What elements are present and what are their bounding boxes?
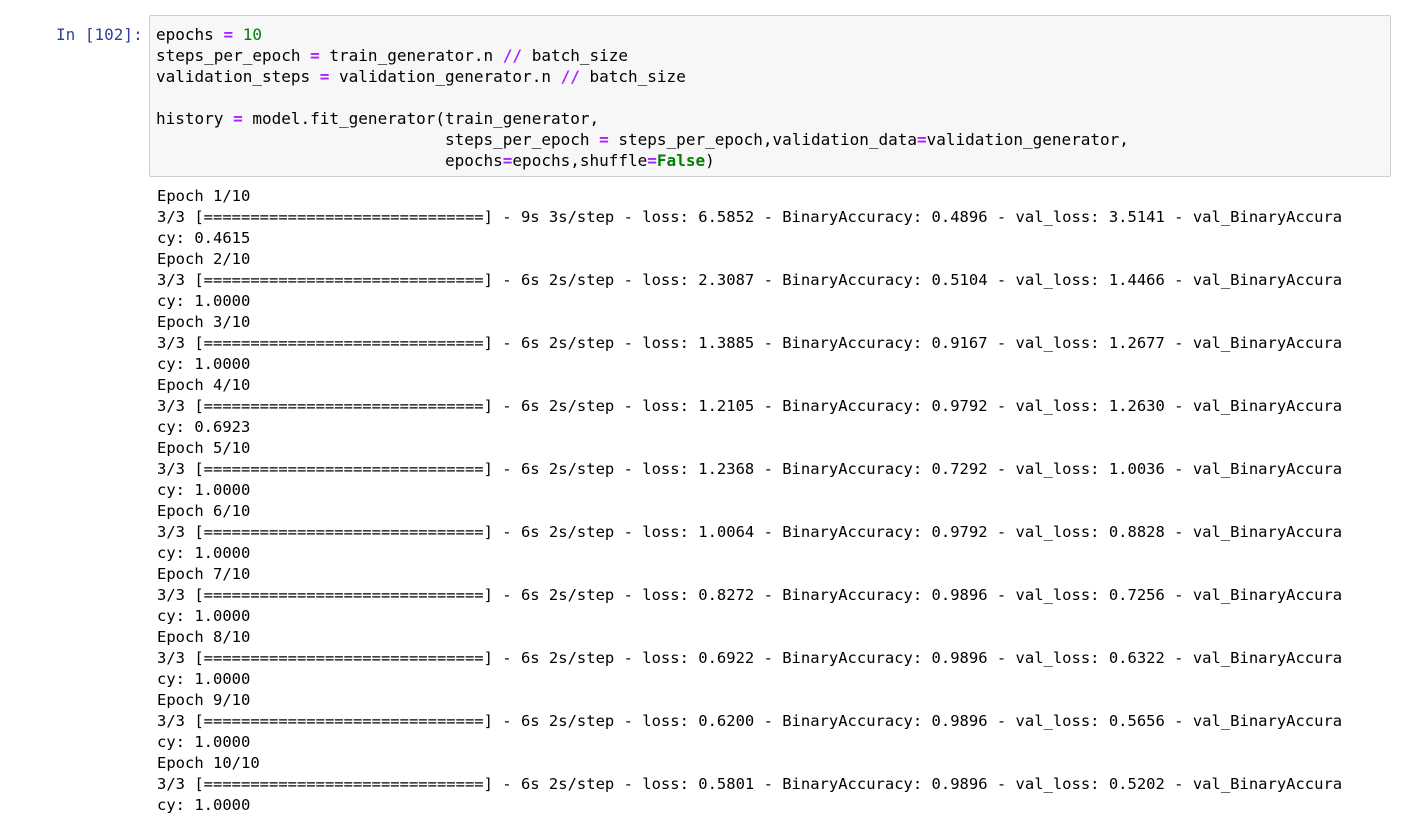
output-line: Epoch 1/10	[157, 187, 251, 205]
input-prompt: In [102]:	[56, 25, 143, 44]
output-line: 3/3 [==============================] - 6…	[157, 712, 1343, 730]
code-operator: //	[502, 46, 523, 65]
code-keyword: False	[656, 151, 706, 170]
output-line: Epoch 6/10	[157, 502, 251, 520]
output-line: 3/3 [==============================] - 6…	[157, 523, 1343, 541]
code-token: epochs,shuffle	[512, 151, 648, 170]
output-line: 3/3 [==============================] - 6…	[157, 460, 1343, 478]
code-operator: =	[233, 109, 243, 128]
code-operator: =	[223, 25, 234, 44]
code-token: steps_per_epoch,validation_data	[608, 130, 917, 149]
output-line: cy: 1.0000	[157, 355, 251, 373]
code-token: steps_per_epoch	[156, 46, 311, 65]
code-line: steps_per_epoch = steps_per_epoch,valida…	[156, 129, 1129, 150]
code-operator: =	[310, 46, 320, 65]
code-token: steps_per_epoch	[156, 130, 600, 149]
code-token: batch_size	[579, 67, 686, 86]
code-operator: =	[502, 151, 513, 170]
output-line: cy: 1.0000	[157, 670, 251, 688]
output-line: Epoch 4/10	[157, 376, 251, 394]
output-line: Epoch 2/10	[157, 250, 251, 268]
code-operator: =	[599, 130, 609, 149]
output-line: cy: 1.0000	[157, 544, 251, 562]
code-token: history	[156, 109, 234, 128]
code-token: epochs	[156, 151, 503, 170]
output-line: cy: 1.0000	[157, 292, 251, 310]
code-line: history = model.fit_generator(train_gene…	[156, 108, 1129, 129]
output-line: Epoch 10/10	[157, 754, 260, 772]
output-area: Epoch 1/10 3/3 [=========================…	[157, 186, 1407, 822]
code-token: validation_generator,	[926, 130, 1129, 149]
output-line: cy: 0.6923	[157, 418, 251, 436]
output-line: Epoch 9/10	[157, 691, 251, 709]
code-number: 10	[242, 25, 262, 44]
output-line: 3/3 [==============================] - 6…	[157, 775, 1343, 793]
code-editor[interactable]: epochs = 10 steps_per_epoch = train_gener…	[149, 15, 1391, 177]
code-token: model.fit_generator(train_generator,	[242, 109, 600, 128]
code-line: epochs = 10	[156, 24, 1129, 45]
code-token: batch_size	[522, 46, 629, 65]
code-line: steps_per_epoch = train_generator.n // b…	[156, 45, 1129, 66]
output-line: 3/3 [==============================] - 6…	[157, 649, 1343, 667]
code-operator: =	[319, 67, 330, 86]
code-operator: =	[647, 151, 657, 170]
code-block: epochs = 10 steps_per_epoch = train_gener…	[156, 24, 1129, 171]
code-token: train_generator.n	[319, 46, 503, 65]
code-operator: =	[917, 130, 927, 149]
output-line: 3/3 [==============================] - 6…	[157, 397, 1343, 415]
output-line: 3/3 [==============================] - 9…	[157, 208, 1343, 226]
code-token: epochs	[156, 25, 224, 44]
output-line: Epoch 3/10	[157, 313, 251, 331]
output-line: cy: 1.0000	[157, 607, 251, 625]
code-line: epochs=epochs,shuffle=False)	[156, 150, 1129, 171]
code-token: validation_steps	[156, 67, 320, 86]
output-line: cy: 1.0000	[157, 796, 251, 814]
output-line: 3/3 [==============================] - 6…	[157, 586, 1343, 604]
code-line: validation_steps = validation_generator.…	[156, 66, 1129, 87]
output-line: 3/3 [==============================] - 6…	[157, 334, 1343, 352]
output-line: cy: 1.0000	[157, 733, 251, 751]
code-operator: //	[560, 67, 580, 86]
notebook-code-cell: In [102]: epochs = 10 steps_per_epoch = t…	[0, 0, 1420, 822]
output-text: Epoch 1/10 3/3 [=========================…	[157, 186, 1407, 816]
output-line: 3/3 [==============================] - 6…	[157, 271, 1343, 289]
output-line: Epoch 5/10	[157, 439, 251, 457]
output-line: cy: 1.0000	[157, 481, 251, 499]
output-line: Epoch 7/10	[157, 565, 251, 583]
output-line: cy: 0.4615	[157, 229, 251, 247]
code-token: )	[705, 151, 715, 170]
code-token: validation_generator.n	[329, 67, 561, 86]
output-line: Epoch 8/10	[157, 628, 251, 646]
